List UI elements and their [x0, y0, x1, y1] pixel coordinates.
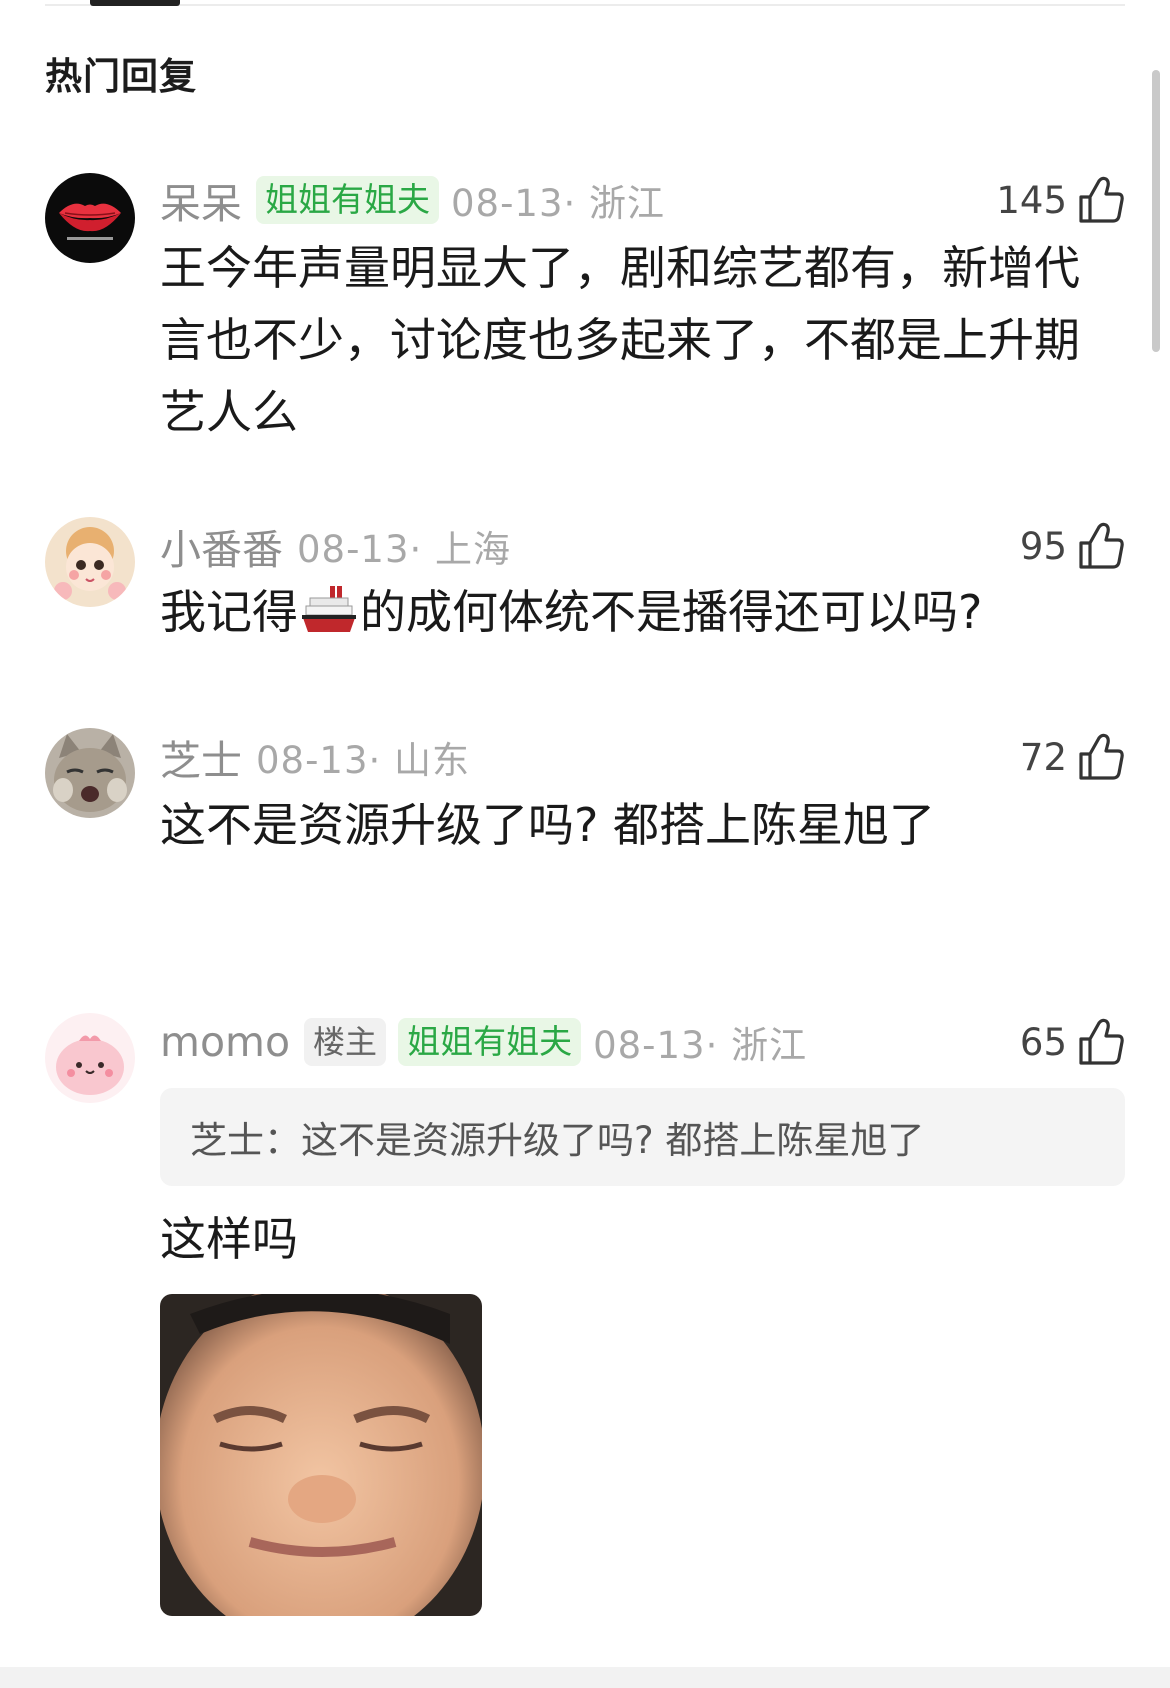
comment-meta: momo 楼主 姐姐有姐夫 08-13· 浙江 [160, 1014, 807, 1070]
comment-text: 王今年声量明显大了，剧和综艺都有，新增代言也不少，讨论度也多起来了，不都是上升期… [160, 241, 1080, 439]
active-tab-indicator [90, 0, 180, 6]
comment-text-part: 的成何体统不是播得还可以吗? [360, 585, 983, 639]
comment-text: 这不是资源升级了吗? 都搭上陈星旭了 [160, 798, 936, 852]
scrollbar[interactable] [1152, 70, 1160, 352]
username[interactable]: 芝士 [160, 727, 242, 787]
bottom-bar [0, 1667, 1170, 1688]
avatar[interactable] [45, 173, 135, 263]
timestamp-location: 08-13· 浙江 [593, 1024, 808, 1067]
comment-meta: 芝士 08-13· 山东 [160, 729, 470, 785]
fan-badge[interactable]: 姐姐有姐夫 [398, 1018, 582, 1066]
timestamp-location: 08-13· 浙江 [451, 182, 666, 225]
username[interactable]: momo [160, 1018, 290, 1066]
comment-text: 我记得 的成何体统不是播得还可以吗? [160, 576, 1095, 656]
top-divider [45, 4, 1125, 6]
username[interactable]: 小番番 [160, 516, 283, 576]
thumbs-up-icon[interactable] [1077, 521, 1125, 571]
fan-badge[interactable]: 姐姐有姐夫 [256, 176, 439, 224]
comment-text: 这样吗 [160, 1212, 298, 1266]
avatar[interactable] [45, 517, 135, 607]
like-button[interactable]: 95 [1020, 518, 1125, 574]
like-count: 145 [996, 178, 1067, 222]
section-title: 热门回复 [45, 55, 197, 98]
like-button[interactable]: 72 [1020, 729, 1125, 785]
ship-emoji-icon [300, 582, 358, 656]
username[interactable]: 呆呆 [160, 170, 242, 230]
thumbs-up-icon[interactable] [1077, 1017, 1125, 1067]
thumbs-up-icon[interactable] [1077, 175, 1125, 225]
timestamp-location: 08-13· 山东 [256, 739, 471, 782]
like-count: 95 [1019, 524, 1067, 568]
like-count: 72 [1019, 735, 1067, 779]
comment-meta: 呆呆 姐姐有姐夫 08-13· 浙江 [160, 172, 665, 228]
like-button[interactable]: 65 [1020, 1014, 1125, 1070]
comment-text-part: 我记得 [160, 585, 298, 639]
op-badge: 楼主 [304, 1018, 387, 1066]
like-count: 65 [1019, 1020, 1067, 1064]
thumbs-up-icon[interactable] [1077, 732, 1125, 782]
like-button[interactable]: 145 [996, 172, 1125, 228]
meme-image[interactable] [160, 1294, 482, 1616]
avatar[interactable] [45, 1013, 135, 1103]
avatar[interactable] [45, 728, 135, 818]
quoted-reply[interactable]: 芝士：这不是资源升级了吗? 都搭上陈星旭了 [160, 1088, 1125, 1186]
timestamp-location: 08-13· 上海 [297, 528, 512, 571]
comment-meta: 小番番 08-13· 上海 [160, 518, 511, 574]
